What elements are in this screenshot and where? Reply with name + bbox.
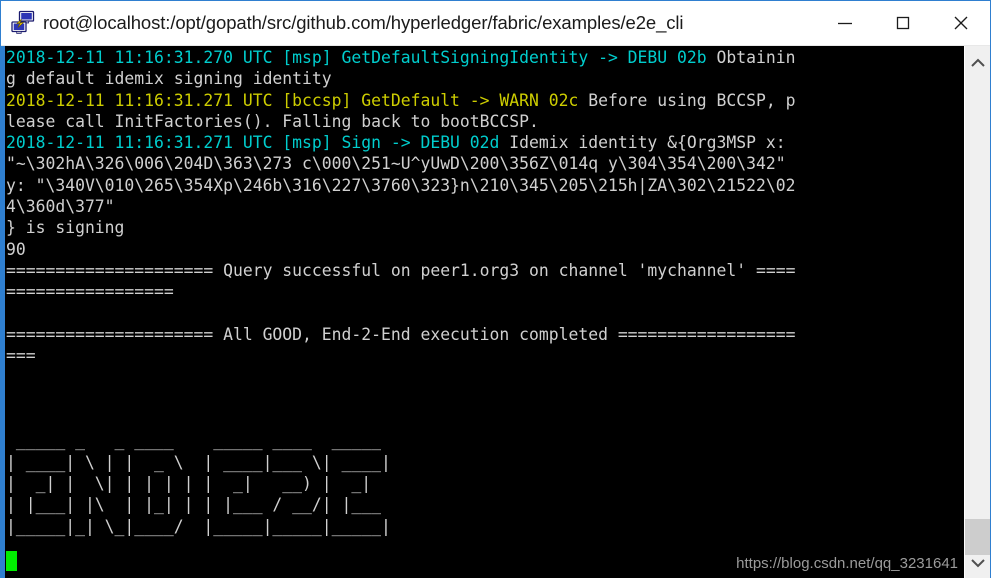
terminal-window: root@localhost:/opt/gopath/src/github.co…: [0, 0, 991, 578]
terminal-line: ===: [6, 345, 964, 366]
terminal-text-segment: =================: [6, 282, 174, 302]
terminal-line: g default idemix signing identity: [6, 68, 964, 89]
ascii-banner-end-e2e: _____ _ _ ____ _____ ____ _____ | ____| …: [6, 431, 391, 536]
terminal-text-segment: 2018-12-11 11:16:31.271 UTC [msp] Sign -…: [6, 133, 510, 153]
terminal-line: =================: [6, 281, 964, 302]
terminal-line: 2018-12-11 11:16:31.271 UTC [msp] Sign -…: [6, 132, 964, 153]
terminal-text-segment: "~\302hA\326\006\204D\363\273 c\000\251~…: [6, 154, 786, 174]
terminal-text-segment: Idemix identity &{Org3MSP x:: [509, 133, 786, 153]
terminal-area: 2018-12-11 11:16:31.270 UTC [msp] GetDef…: [1, 46, 990, 578]
terminal-line: } is signing: [6, 217, 964, 238]
terminal-text-segment: 2018-12-11 11:16:31.270 UTC [msp] GetDef…: [6, 48, 717, 67]
terminal-text-segment: 4\360d\377": [6, 197, 115, 217]
close-button[interactable]: [932, 1, 990, 46]
scrollbar-track[interactable]: [965, 46, 990, 578]
scroll-up-arrow-icon[interactable]: [965, 50, 990, 76]
terminal-log-lines: 2018-12-11 11:16:31.270 UTC [msp] GetDef…: [6, 46, 964, 430]
minimize-button[interactable]: [816, 1, 874, 46]
terminal-text-segment: } is signing: [6, 218, 125, 238]
putty-terminal-icon: [10, 10, 36, 36]
terminal-line: y: "\340V\010\265\354Xp\246b\316\227\376…: [6, 175, 964, 196]
terminal-text-segment: 2018-12-11 11:16:31.271 UTC [bccsp] GetD…: [6, 90, 589, 110]
terminal-line: lease call InitFactories(). Falling back…: [6, 111, 964, 132]
terminal-line: 90: [6, 239, 964, 260]
terminal-text-segment: g default idemix signing identity: [6, 69, 332, 89]
maximize-button[interactable]: [874, 1, 932, 46]
terminal-line: 4\360d\377": [6, 196, 964, 217]
terminal-text-segment: ===: [6, 346, 36, 366]
window-controls: [816, 1, 990, 46]
titlebar[interactable]: root@localhost:/opt/gopath/src/github.co…: [1, 1, 990, 46]
terminal-text-segment: lease call InitFactories(). Falling back…: [6, 111, 539, 131]
terminal-cursor: [6, 551, 17, 571]
terminal-text-segment: ===================== All GOOD, End-2-En…: [6, 324, 796, 344]
window-title: root@localhost:/opt/gopath/src/github.co…: [43, 12, 684, 33]
scroll-down-arrow-icon[interactable]: [965, 550, 990, 576]
terminal-text-segment: y: "\340V\010\265\354Xp\246b\316\227\376…: [6, 175, 796, 195]
terminal-text-segment: 90: [6, 239, 26, 259]
watermark-text: https://blog.csdn.net/qq_3231641: [736, 555, 958, 572]
terminal-line: ===================== Query successful o…: [6, 260, 964, 281]
terminal-text-segment: ===================== Query successful o…: [6, 260, 796, 280]
terminal-output[interactable]: 2018-12-11 11:16:31.270 UTC [msp] GetDef…: [5, 46, 964, 578]
terminal-line: ===================== All GOOD, End-2-En…: [6, 324, 964, 345]
terminal-line: 2018-12-11 11:16:31.270 UTC [msp] GetDef…: [6, 47, 964, 68]
terminal-text-segment: Obtainin: [716, 48, 796, 67]
terminal-text-segment: Before using BCCSP, p: [588, 90, 796, 110]
terminal-line: "~\302hA\326\006\204D\363\273 c\000\251~…: [6, 153, 964, 174]
terminal-scrollbar[interactable]: [964, 46, 990, 578]
terminal-line: 2018-12-11 11:16:31.271 UTC [bccsp] GetD…: [6, 90, 964, 111]
